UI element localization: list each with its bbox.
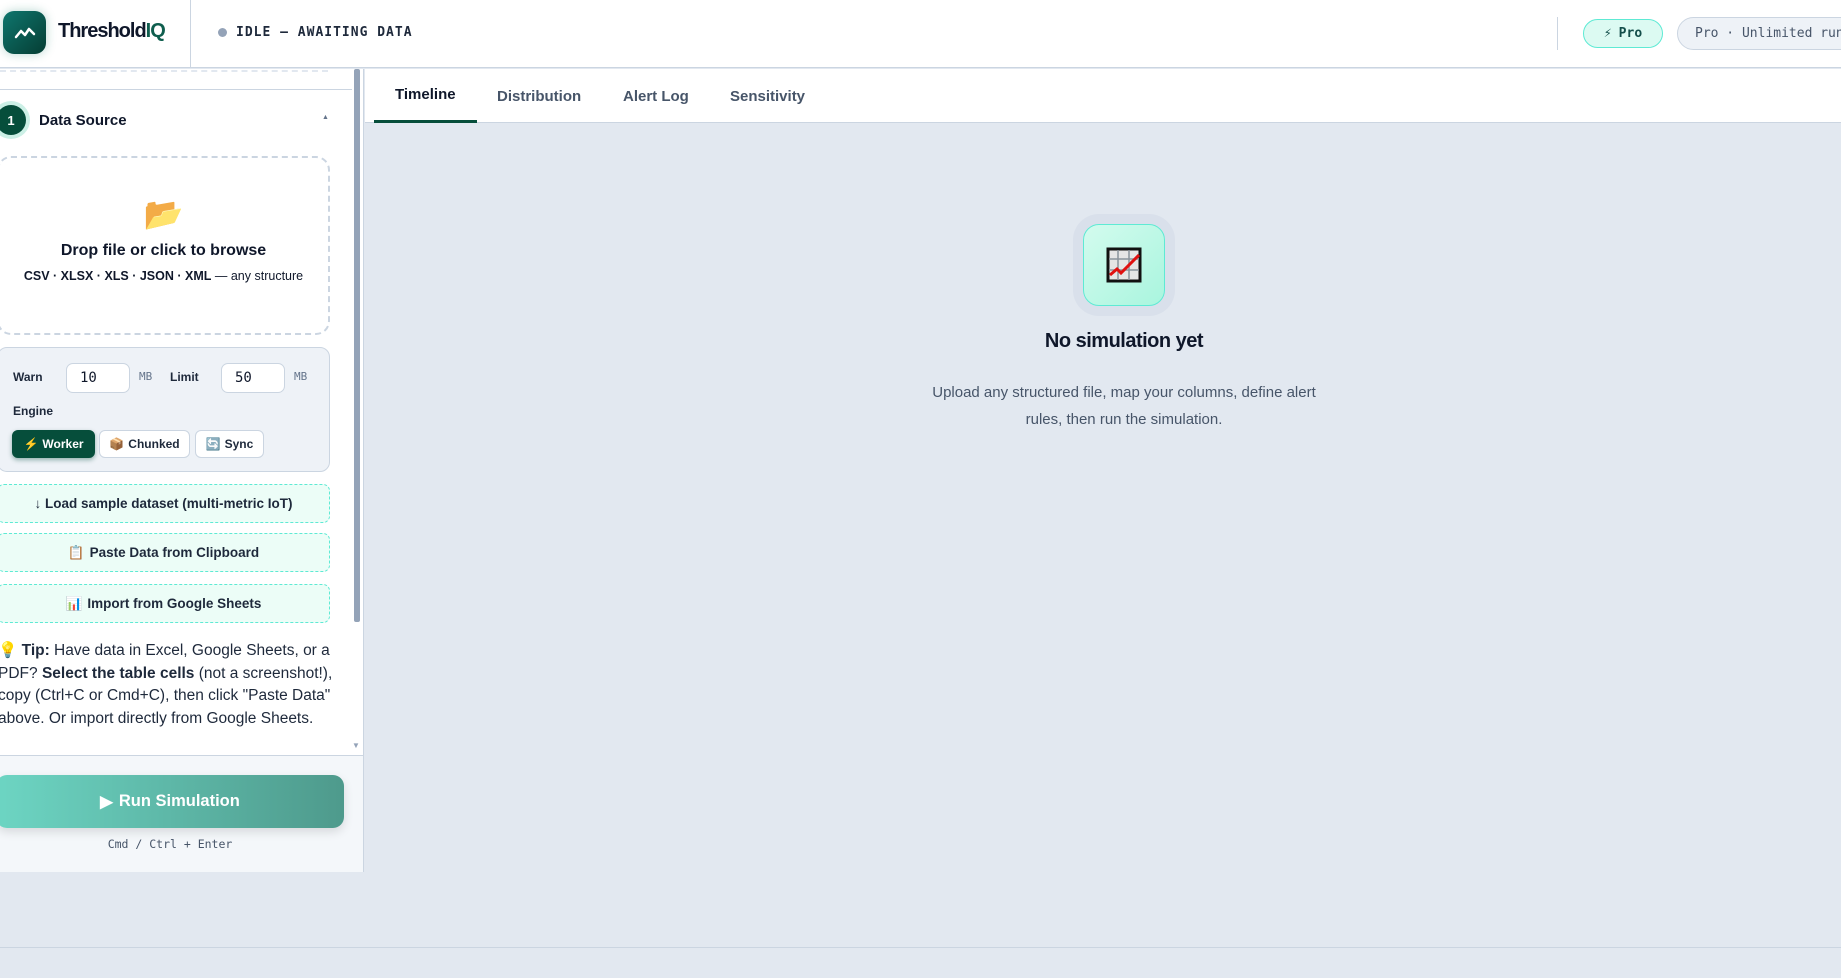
file-settings-panel: Warn 10 MB Limit 50 MB Engine ⚡ Worker 📦 C… (0, 347, 330, 472)
run-panel: ▶ Run Simulation Cmd / Ctrl + Enter (0, 756, 363, 872)
plan-pill: Pro · Unlimited runs (1677, 17, 1841, 50)
import-google-sheets-button[interactable]: 📊 Import from Google Sheets (0, 584, 330, 623)
paste-clipboard-button[interactable]: 📋 Paste Data from Clipboard (0, 533, 330, 572)
engine-chunked-button[interactable]: 📦 Chunked (99, 430, 190, 458)
logo (3, 11, 46, 54)
scroll-down-arrow-icon[interactable]: ▼ (352, 741, 360, 750)
pro-badge[interactable]: ⚡ Pro (1583, 19, 1663, 48)
drop-title: Drop file or click to browse (0, 242, 328, 260)
limit-size-input[interactable]: 50 (221, 363, 285, 393)
divider (1557, 17, 1558, 50)
tip-label: Tip: (22, 642, 50, 659)
brand-accent: IQ (146, 20, 165, 42)
status-dot-icon (218, 28, 227, 37)
keyboard-shortcut-hint: Cmd / Ctrl + Enter (0, 837, 340, 851)
formats-list: CSV · XLSX · XLS · JSON · XML (24, 269, 212, 283)
brand-name: ThresholdIQ (58, 20, 165, 43)
package-icon: 📦 (109, 437, 124, 451)
engine-label-text: Worker (42, 437, 83, 451)
limit-label: Limit (170, 370, 199, 384)
folder-icon: 📂 (0, 194, 328, 234)
engine-label-text: Sync (225, 437, 254, 451)
brand-main: Threshold (58, 20, 146, 42)
collapse-caret-icon[interactable]: ▲ (322, 114, 329, 121)
lightbulb-icon: 💡 (0, 642, 17, 659)
result-tabs: Timeline Distribution Alert Log Sensitiv… (365, 69, 1841, 123)
supported-formats: CSV · XLSX · XLS · JSON · XML — any stru… (0, 269, 328, 283)
chart-increasing-icon (1106, 247, 1142, 283)
app-header: ThresholdIQ IDLE — AWAITING DATA ⚡ Pro Pr… (0, 0, 1841, 68)
step-number-badge: 1 (0, 105, 26, 135)
empty-state-description: Upload any structured file, map your col… (924, 379, 1324, 433)
tab-sensitivity[interactable]: Sensitivity (709, 69, 826, 123)
warn-unit: MB (139, 370, 152, 383)
run-simulation-button[interactable]: ▶ Run Simulation (0, 775, 344, 828)
load-sample-button[interactable]: ↓ Load sample dataset (multi-metric IoT) (0, 484, 330, 523)
tip-bold: Select the table cells (42, 665, 195, 682)
engine-worker-button[interactable]: ⚡ Worker (12, 430, 95, 458)
bar-chart-icon: 📊 (66, 596, 83, 612)
formats-suffix: — any structure (211, 269, 303, 283)
engine-label-text: Chunked (128, 437, 179, 451)
status-indicator: IDLE — AWAITING DATA (218, 25, 413, 40)
tab-timeline[interactable]: Timeline (374, 69, 477, 123)
footer (0, 947, 1841, 978)
tab-alert-log[interactable]: Alert Log (602, 69, 710, 123)
trend-line-icon (14, 26, 36, 40)
clipboard-icon: 📋 (68, 545, 85, 561)
empty-state-icon-box (1083, 224, 1165, 306)
warn-label: Warn (13, 370, 43, 384)
pro-badge-label: Pro (1619, 26, 1642, 41)
sidebar: ▼ 1 Data Source ▲ 📂 Drop file or click t… (0, 69, 364, 872)
import-label: Import from Google Sheets (87, 596, 261, 611)
divider (190, 0, 191, 68)
run-label: Run Simulation (119, 792, 240, 811)
divider (0, 69, 328, 72)
warn-size-input[interactable]: 10 (66, 363, 130, 393)
status-text: IDLE — AWAITING DATA (236, 25, 413, 40)
engine-sync-button[interactable]: 🔄 Sync (195, 430, 264, 458)
limit-unit: MB (294, 370, 307, 383)
empty-state-title: No simulation yet (924, 330, 1324, 353)
tip-text: 💡 Tip: Have data in Excel, Google Sheets… (0, 640, 343, 730)
play-icon: ▶ (100, 792, 113, 812)
section-title[interactable]: Data Source (39, 112, 127, 129)
lightning-icon: ⚡ (23, 437, 38, 451)
paste-label: Paste Data from Clipboard (90, 545, 260, 560)
file-drop-zone[interactable]: 📂 Drop file or click to browse CSV · XLS… (0, 156, 330, 335)
tab-distribution[interactable]: Distribution (476, 69, 602, 123)
lightning-icon: ⚡ (1604, 26, 1612, 41)
sidebar-scrollbar[interactable] (354, 69, 360, 622)
sync-icon: 🔄 (206, 437, 221, 451)
divider (0, 89, 352, 90)
engine-label: Engine (13, 404, 53, 418)
